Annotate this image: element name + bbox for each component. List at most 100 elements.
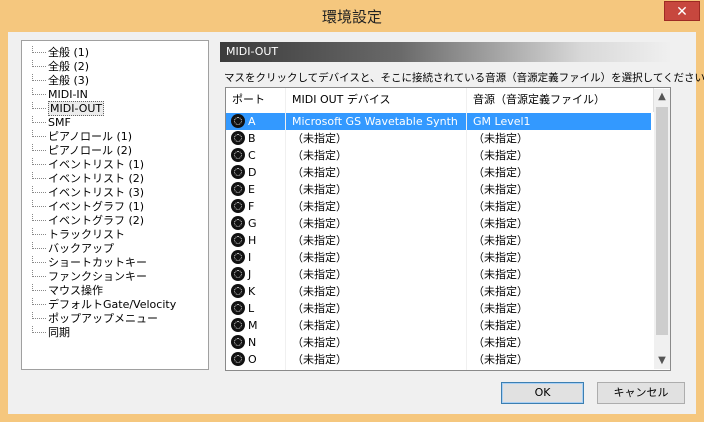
source-cell[interactable]: （未指定） [473,283,528,300]
tree-item[interactable]: ポップアップメニュー [32,312,158,326]
tree-item[interactable]: MIDI-IN [32,88,88,102]
device-cell[interactable]: （未指定） [292,300,347,317]
column-header-port[interactable]: ポート [226,88,286,112]
device-cell[interactable]: （未指定） [292,317,347,334]
tree-item[interactable]: 全般 (2) [32,60,89,74]
tree-item[interactable]: 全般 (1) [32,46,89,60]
source-cell[interactable]: （未指定） [473,249,528,266]
port-cell[interactable]: B [248,130,256,147]
source-cell[interactable]: （未指定） [473,198,528,215]
port-cell[interactable]: O [248,351,257,368]
source-cell[interactable]: （未指定） [473,181,528,198]
tree-item[interactable]: バックアップ [32,242,114,256]
device-cell[interactable]: （未指定） [292,181,347,198]
port-cell[interactable]: N [248,334,256,351]
device-cell[interactable]: （未指定） [292,130,347,147]
tree-item-label: 同期 [48,326,70,339]
port-cell[interactable]: H [248,232,256,249]
device-cell[interactable]: （未指定） [292,232,347,249]
table-row[interactable]: D （未指定） （未指定） [226,164,651,181]
source-cell[interactable]: （未指定） [473,164,528,181]
column-header-source[interactable]: 音源（音源定義ファイル） [467,88,654,112]
source-cell[interactable]: （未指定） [473,317,528,334]
column-header-device[interactable]: MIDI OUT デバイス [286,88,467,112]
settings-tree[interactable]: 全般 (1) 全般 (2) 全般 (3) MIDI-IN MIDI-OUT SMF ピアノロ… [21,40,209,370]
close-button[interactable]: ✕ [664,1,700,21]
tree-connector [32,88,46,95]
table-row[interactable]: F （未指定） （未指定） [226,198,651,215]
instruction-text: マスをクリックしてデバイスと、そこに接続されている音源（音源定義ファイル）を選択… [224,72,704,84]
device-cell[interactable]: （未指定） [292,266,347,283]
tree-item[interactable]: ピアノロール (2) [32,144,132,158]
table-row[interactable]: B （未指定） （未指定） [226,130,651,147]
port-cell[interactable]: E [248,181,255,198]
port-cell[interactable]: K [248,283,255,300]
scroll-thumb[interactable] [656,107,668,335]
ok-button[interactable]: OK [501,382,584,404]
port-cell[interactable]: C [248,147,256,164]
port-cell[interactable]: F [248,198,254,215]
device-cell[interactable]: （未指定） [292,249,347,266]
table-row[interactable]: E （未指定） （未指定） [226,181,651,198]
scroll-up-icon[interactable]: ▲ [654,89,670,105]
tree-item[interactable]: ファンクションキー [32,270,147,284]
tree-connector [32,326,46,333]
device-cell[interactable]: （未指定） [292,351,347,368]
tree-item[interactable]: イベントリスト (1) [32,158,144,172]
port-cell[interactable]: L [248,300,254,317]
source-cell[interactable]: （未指定） [473,147,528,164]
tree-item[interactable]: イベントリスト (3) [32,186,144,200]
source-cell[interactable]: （未指定） [473,266,528,283]
table-row[interactable]: G （未指定） （未指定） [226,215,651,232]
table-row[interactable]: H （未指定） （未指定） [226,232,651,249]
port-cell[interactable]: M [248,317,258,334]
source-cell[interactable]: （未指定） [473,215,528,232]
source-cell[interactable]: （未指定） [473,232,528,249]
tree-item[interactable]: イベントグラフ (1) [32,200,144,214]
table-row[interactable]: N （未指定） （未指定） [226,334,651,351]
tree-item[interactable]: SMF [32,116,71,130]
device-cell[interactable]: （未指定） [292,147,347,164]
device-cell[interactable]: （未指定） [292,283,347,300]
source-cell[interactable]: GM Level1 [473,113,531,130]
midi-out-list[interactable]: ポート MIDI OUT デバイス 音源（音源定義ファイル） A Microsof… [225,87,671,371]
tree-item[interactable]: ピアノロール (1) [32,130,132,144]
port-cell[interactable]: I [248,249,251,266]
cancel-button[interactable]: キャンセル [597,382,685,404]
table-row[interactable]: L （未指定） （未指定） [226,300,651,317]
scroll-down-icon[interactable]: ▼ [654,353,670,369]
table-row[interactable]: I （未指定） （未指定） [226,249,651,266]
port-cell[interactable]: J [248,266,251,283]
table-row[interactable]: O （未指定） （未指定） [226,351,651,368]
tree-item[interactable]: ショートカットキー [32,256,147,270]
tree-item[interactable]: デフォルトGate/Velocity [32,298,176,312]
table-row[interactable]: M （未指定） （未指定） [226,317,651,334]
source-cell[interactable]: （未指定） [473,130,528,147]
tree-item[interactable]: 同期 [32,326,70,340]
tree-item[interactable]: 全般 (3) [32,74,89,88]
list-scrollbar[interactable]: ▲ ▼ [654,89,670,369]
table-row[interactable]: A Microsoft GS Wavetable Synth GM Level1 [226,113,651,130]
device-cell[interactable]: （未指定） [292,215,347,232]
tree-item[interactable]: トラックリスト [32,228,125,242]
table-row[interactable]: C （未指定） （未指定） [226,147,651,164]
source-cell[interactable]: （未指定） [473,334,528,351]
port-cell[interactable]: A [248,113,256,130]
device-cell[interactable]: （未指定） [292,164,347,181]
table-row[interactable]: J （未指定） （未指定） [226,266,651,283]
tree-connector [32,60,46,67]
tree-item-label: ピアノロール (2) [48,144,133,157]
device-cell[interactable]: Microsoft GS Wavetable Synth [292,113,458,130]
device-cell[interactable]: （未指定） [292,334,347,351]
device-cell[interactable]: （未指定） [292,198,347,215]
source-cell[interactable]: （未指定） [473,351,528,368]
port-cell[interactable]: D [248,164,256,181]
source-cell[interactable]: （未指定） [473,300,528,317]
tree-item[interactable]: イベントリスト (2) [32,172,144,186]
table-row[interactable]: K （未指定） （未指定） [226,283,651,300]
tree-connector [32,298,46,305]
port-cell[interactable]: G [248,215,257,232]
tree-item[interactable]: イベントグラフ (2) [32,214,144,228]
tree-item[interactable]: MIDI-OUT [32,101,105,116]
tree-item[interactable]: マウス操作 [32,284,103,298]
